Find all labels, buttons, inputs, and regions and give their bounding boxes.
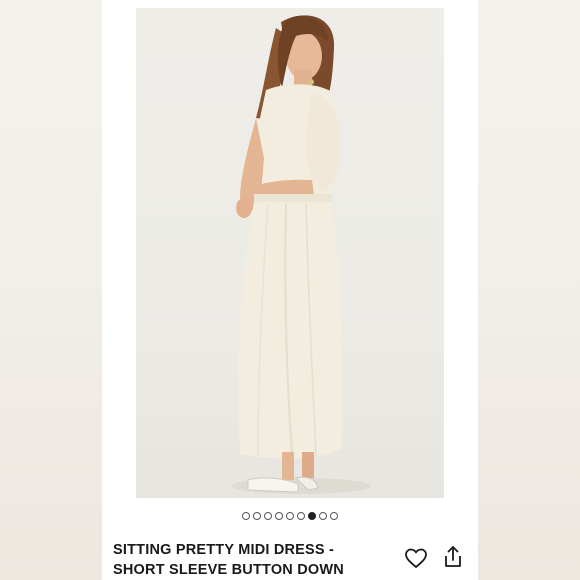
favorite-button[interactable] bbox=[403, 545, 429, 571]
image-carousel-indicator[interactable] bbox=[102, 512, 478, 524]
background-blur-left bbox=[0, 0, 102, 580]
product-page: SITTING PRETTY MIDI DRESS - SHORT SLEEVE… bbox=[102, 0, 478, 580]
carousel-dot[interactable] bbox=[242, 512, 250, 520]
carousel-dot[interactable] bbox=[319, 512, 327, 520]
carousel-dot[interactable] bbox=[264, 512, 272, 520]
carousel-dot[interactable] bbox=[253, 512, 261, 520]
share-icon bbox=[445, 546, 461, 567]
carousel-dot[interactable] bbox=[275, 512, 283, 520]
carousel-dot[interactable] bbox=[308, 512, 316, 520]
carousel-dot[interactable] bbox=[330, 512, 338, 520]
share-button[interactable] bbox=[440, 544, 466, 570]
heart-icon bbox=[405, 548, 427, 568]
carousel-dot[interactable] bbox=[297, 512, 305, 520]
background-blur-right bbox=[478, 0, 580, 580]
product-image[interactable] bbox=[136, 8, 444, 498]
product-title-line-1: SITTING PRETTY MIDI DRESS - bbox=[113, 542, 335, 558]
product-title-line-2: SHORT SLEEVE BUTTON DOWN bbox=[113, 562, 344, 578]
carousel-dot[interactable] bbox=[286, 512, 294, 520]
model-illustration bbox=[231, 15, 371, 494]
product-title: SITTING PRETTY MIDI DRESS - SHORT SLEEVE… bbox=[113, 540, 393, 580]
